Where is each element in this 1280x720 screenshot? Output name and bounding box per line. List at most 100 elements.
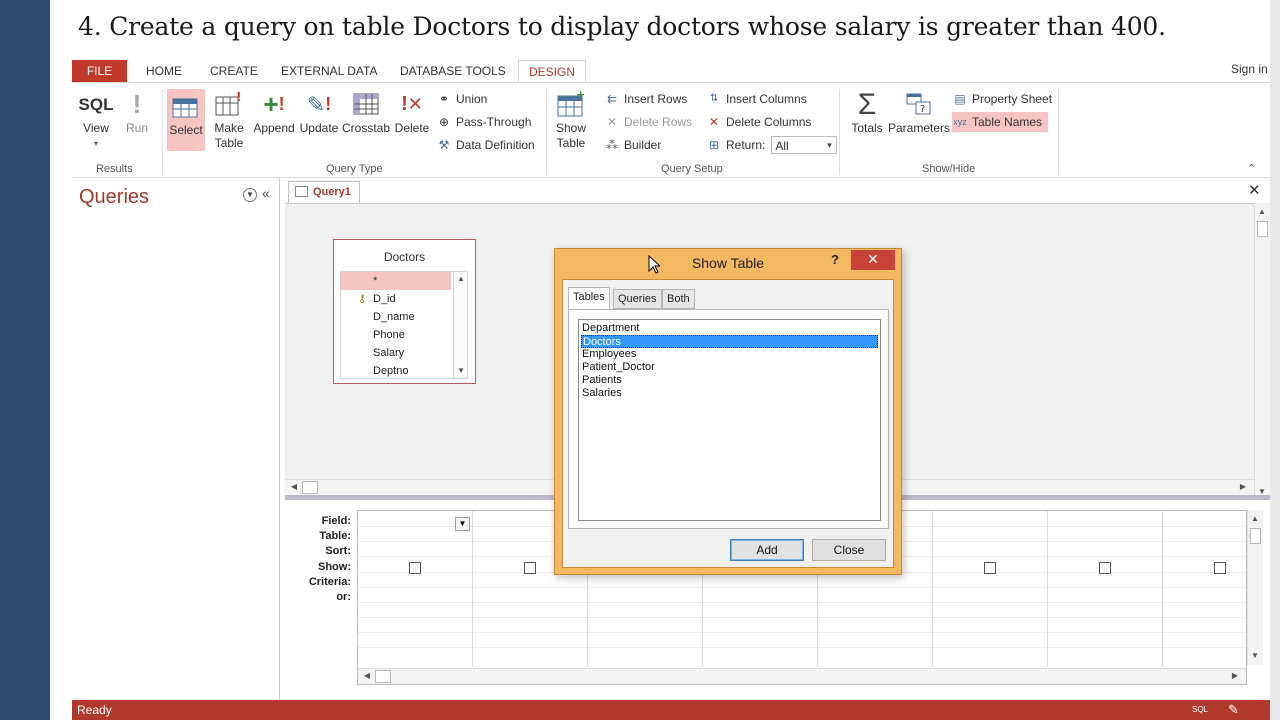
field-item[interactable]: Deptno — [341, 362, 451, 380]
row-label-table: Table: — [319, 530, 351, 542]
close-icon: ✕ — [867, 251, 879, 267]
make-table-label-1: Make — [214, 121, 244, 135]
group-separator — [546, 89, 547, 175]
crosstab-button[interactable]: Crosstab — [341, 87, 391, 136]
delete-query-button[interactable]: ! ✕ Delete — [392, 87, 432, 136]
scroll-up-icon[interactable]: ▲ — [454, 272, 468, 286]
chevron-down-icon: ▼ — [825, 141, 834, 150]
select-query-button[interactable]: Select — [167, 89, 205, 151]
insert-rows-label: Insert Rows — [624, 92, 688, 106]
show-checkbox[interactable] — [984, 562, 996, 574]
scroll-thumb[interactable] — [302, 481, 318, 494]
tab-file[interactable]: FILE — [72, 60, 127, 82]
list-item[interactable]: Employees — [581, 348, 878, 361]
scroll-up-icon[interactable]: ▲ — [1248, 512, 1262, 526]
view-button[interactable]: SQL View ▾ — [76, 87, 116, 151]
status-text: Ready — [77, 703, 112, 717]
table-names-button[interactable]: xyz Table Names — [952, 112, 1049, 132]
tab-design[interactable]: DESIGN — [518, 60, 587, 82]
dialog-title: Show Table — [691, 255, 765, 271]
list-item[interactable]: Patients — [581, 374, 878, 387]
tab-create[interactable]: CREATE — [200, 60, 268, 82]
list-item[interactable]: Department — [581, 322, 878, 335]
scroll-up-icon[interactable]: ▲ — [1255, 205, 1269, 219]
tab-home[interactable]: HOME — [136, 60, 192, 82]
delete-columns-button[interactable]: ✕ Delete Columns — [706, 112, 811, 132]
field-item[interactable]: Salary — [341, 344, 451, 362]
sql-view-status-button[interactable]: SQL — [1192, 705, 1208, 714]
scroll-thumb[interactable] — [375, 670, 391, 683]
builder-button[interactable]: ⁂ Builder — [604, 135, 661, 155]
scroll-thumb[interactable] — [1250, 528, 1261, 544]
insert-columns-label: Insert Columns — [726, 92, 807, 106]
update-icon: ✎! — [306, 91, 332, 117]
scroll-down-icon[interactable]: ▼ — [1248, 649, 1262, 663]
tab-query1[interactable]: Query1 — [288, 181, 360, 203]
nav-title: Queries — [79, 186, 150, 208]
field-list-scrollbar[interactable]: ▲ ▼ — [453, 272, 467, 378]
scroll-left-icon[interactable]: ◀ — [360, 669, 374, 683]
field-item[interactable]: D_name — [341, 308, 451, 326]
tab-tables[interactable]: Tables — [568, 287, 610, 310]
slide-title: 4. Create a query on table Doctors to di… — [78, 12, 1166, 41]
help-icon[interactable]: ? — [831, 252, 839, 267]
return-select[interactable]: All ▼ — [771, 136, 838, 154]
scroll-left-icon[interactable]: ◀ — [287, 480, 301, 494]
list-item[interactable]: Salaries — [581, 387, 878, 400]
delete-rows-icon: ✕ — [606, 115, 618, 129]
tab-database-tools[interactable]: DATABASE TOOLS — [390, 60, 516, 82]
scroll-thumb[interactable] — [1257, 221, 1268, 237]
field-item[interactable]: ⚷ D_id — [341, 290, 451, 308]
data-definition-button[interactable]: ⚒ Data Definition — [436, 135, 535, 155]
show-checkbox[interactable] — [409, 562, 421, 574]
insert-columns-icon: ⇅ — [709, 93, 719, 104]
group-separator — [1058, 89, 1059, 175]
close-document-icon[interactable]: ✕ — [1248, 181, 1261, 199]
status-bar: Ready SQL ✎ — [72, 700, 1270, 720]
delete-rows-button[interactable]: ✕ Delete Rows — [604, 112, 692, 132]
dialog-close-button[interactable]: ✕ — [851, 250, 895, 270]
grid-horizontal-scrollbar[interactable]: ◀ ▶ — [358, 668, 1246, 684]
list-item-selected[interactable]: Doctors — [581, 335, 878, 348]
parameters-label: Parameters — [888, 121, 951, 135]
show-table-label-2: Table — [556, 136, 586, 150]
totals-button[interactable]: Σ Totals — [846, 87, 888, 136]
show-checkbox[interactable] — [1214, 562, 1226, 574]
upper-vertical-scrollbar[interactable]: ▲ ▼ — [1254, 203, 1270, 501]
collapse-ribbon-icon[interactable]: ⌃ — [1247, 162, 1256, 175]
pass-through-button[interactable]: ⊕ Pass-Through — [436, 112, 531, 132]
tab-external-data[interactable]: EXTERNAL DATA — [271, 60, 387, 82]
parameters-button[interactable]: ? Parameters — [888, 87, 950, 136]
insert-rows-button[interactable]: ⇇ Insert Rows — [604, 89, 687, 109]
doctors-table-box[interactable]: Doctors * ⚷ D_id D_name Phone Salary Dep… — [333, 239, 476, 384]
tab-both[interactable]: Both — [662, 289, 695, 309]
field-item[interactable]: * — [341, 272, 451, 290]
grid-vertical-scrollbar[interactable]: ▲ ▼ — [1247, 510, 1263, 665]
insert-columns-button[interactable]: ⇅ Insert Columns — [706, 89, 807, 109]
close-button[interactable]: Close — [812, 539, 886, 561]
nav-dropdown-icon[interactable]: ▼ — [243, 188, 257, 202]
update-button[interactable]: ✎! Update — [298, 87, 340, 136]
append-button[interactable]: +! Append — [251, 87, 297, 136]
make-table-button[interactable]: ! Make Table — [210, 87, 248, 151]
field-item[interactable]: Phone — [341, 326, 451, 344]
list-item[interactable]: Patient_Doctor — [581, 361, 878, 374]
field-dropdown-icon[interactable]: ▼ — [455, 517, 470, 531]
design-view-icon[interactable]: ✎ — [1228, 702, 1239, 718]
tab-queries[interactable]: Queries — [613, 289, 662, 309]
nav-collapse-icon[interactable]: « — [262, 185, 270, 201]
tables-list[interactable]: Department Doctors Employees Patient_Doc… — [578, 319, 881, 521]
scroll-right-icon[interactable]: ▶ — [1228, 669, 1242, 683]
tables-tab-panel: Department Doctors Employees Patient_Doc… — [568, 309, 889, 529]
show-table-button[interactable]: + Show Table — [552, 87, 590, 151]
scroll-right-icon[interactable]: ▶ — [1236, 480, 1250, 494]
delete-columns-icon: ✕ — [708, 115, 720, 129]
show-checkbox[interactable] — [524, 562, 536, 574]
run-button[interactable]: ! Run — [120, 87, 154, 136]
property-sheet-button[interactable]: ▤ Property Sheet — [952, 89, 1052, 109]
add-button[interactable]: Add — [730, 539, 804, 561]
sign-in-link[interactable]: Sign in — [1231, 62, 1268, 76]
union-button[interactable]: ⚭ Union — [436, 89, 487, 109]
show-checkbox[interactable] — [1099, 562, 1111, 574]
scroll-down-icon[interactable]: ▼ — [454, 364, 468, 378]
